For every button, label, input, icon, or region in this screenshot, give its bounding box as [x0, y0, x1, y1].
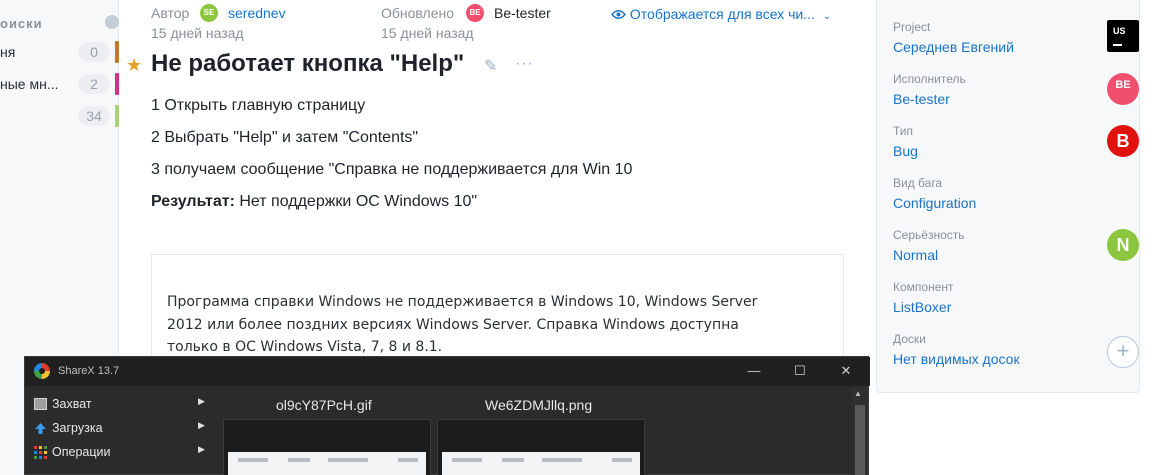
file-thumbnail[interactable] — [223, 419, 431, 475]
author-avatar[interactable]: SE — [200, 4, 218, 22]
grid-tools-icon — [34, 446, 47, 459]
field-label-project: Project — [893, 20, 931, 34]
type-badge[interactable]: B — [1107, 125, 1139, 157]
step-line: 1 Открыть главную страницу — [151, 97, 366, 114]
maximize-button[interactable]: ☐ — [790, 362, 810, 380]
author-label: Автор — [151, 5, 190, 21]
field-label-assignee: Исполнитель — [893, 72, 966, 86]
updated-avatar[interactable]: BE — [466, 4, 484, 22]
issue-fields-panel: Project Середнев Евгений US Исполнитель … — [876, 0, 1140, 393]
updated-time: 15 дней назад — [381, 25, 474, 41]
close-button[interactable]: ✕ — [836, 362, 856, 380]
sharex-title: ShareX 13.7 — [58, 365, 120, 377]
sidebar-item-label: ня — [0, 44, 16, 60]
field-value-boards[interactable]: Нет видимых досок — [893, 351, 1020, 367]
step-line: 2 Выбрать "Help" и затем "Contents" — [151, 129, 419, 146]
gear-icon[interactable] — [105, 15, 119, 29]
sidebar-item[interactable]: ные мн... 2 — [0, 73, 119, 95]
menu-item-label: Загрузка — [52, 421, 103, 435]
sidebar-item-count: 34 — [78, 106, 110, 126]
chevron-down-icon: ⌄ — [822, 11, 832, 22]
minimize-button[interactable]: — — [744, 362, 764, 380]
thumbnail-preview — [228, 452, 426, 475]
menu-item-capture[interactable]: Захват ▶ — [25, 393, 215, 415]
submenu-arrow-icon: ▶ — [198, 396, 205, 406]
menu-item-operations[interactable]: Операции ▶ — [25, 441, 215, 463]
field-value-severity[interactable]: Normal — [893, 247, 938, 263]
scrollbar-thumb[interactable] — [855, 405, 865, 475]
more-options-icon[interactable]: ··· — [515, 55, 534, 73]
author-link[interactable]: serednev — [228, 5, 286, 21]
add-board-button[interactable]: + — [1107, 336, 1139, 368]
field-value-assignee[interactable]: Be-tester — [893, 91, 950, 107]
sidebar-item[interactable]: ня 0 — [0, 41, 119, 63]
visibility-dropdown[interactable]: Отображается для всех чи... ⌄ — [611, 6, 831, 22]
sidebar-item-count: 2 — [78, 74, 110, 94]
scroll-up-icon[interactable]: ▲ — [854, 389, 862, 398]
menu-item-upload[interactable]: Загрузка ▶ — [25, 417, 215, 439]
author-time: 15 дней назад — [151, 25, 244, 41]
field-label-type: Тип — [893, 124, 914, 138]
sidebar-item-label: ные мн... — [0, 76, 59, 92]
sidebar-item-count: 0 — [78, 42, 110, 62]
step-line: 3 получаем сообщение "Справка не поддерж… — [151, 161, 633, 178]
field-value-bug-kind[interactable]: Configuration — [893, 195, 976, 211]
monitor-icon — [34, 398, 47, 410]
file-name[interactable]: ol9cY87PcH.gif — [276, 397, 372, 413]
updated-user[interactable]: Be-tester — [494, 5, 551, 21]
upload-arrow-icon — [34, 422, 47, 434]
severity-badge[interactable]: N — [1107, 229, 1139, 261]
thumbnail-preview — [442, 452, 640, 475]
sidebar-item[interactable]: 34 — [0, 105, 119, 127]
sharex-titlebar[interactable]: ShareX 13.7 — ☐ ✕ — [25, 357, 870, 386]
field-value-type[interactable]: Bug — [893, 143, 918, 159]
field-label-component: Компонент — [893, 280, 954, 294]
quoted-message-text: Программа справки Windows не поддерживае… — [167, 294, 758, 355]
star-icon[interactable]: ★ — [126, 55, 142, 76]
visibility-label: Отображается для всех чи... — [629, 6, 815, 22]
field-label-bug-kind: Вид бага — [893, 176, 943, 190]
menu-item-label: Операции — [52, 445, 111, 459]
assignee-avatar[interactable]: BE — [1107, 73, 1139, 105]
scrollbar[interactable]: ▲ — [852, 387, 868, 475]
result-line: Результат: Нет поддержки ОС Windows 10" — [151, 193, 477, 211]
pencil-icon[interactable]: ✎ — [484, 56, 497, 76]
eye-icon — [611, 6, 630, 22]
submenu-arrow-icon: ▶ — [198, 420, 205, 430]
field-label-boards: Доски — [893, 332, 926, 346]
sharex-logo-icon — [34, 363, 50, 379]
field-label-severity: Серьёзность — [893, 228, 965, 242]
file-thumbnail[interactable] — [437, 419, 645, 475]
updated-label: Обновлено — [381, 5, 455, 21]
field-value-component[interactable]: ListBoxer — [893, 299, 951, 315]
menu-item-label: Захват — [52, 397, 92, 411]
result-label: Результат: — [151, 193, 235, 210]
result-text: Нет поддержки ОС Windows 10" — [234, 193, 478, 210]
file-name[interactable]: We6ZDMJllq.png — [485, 397, 592, 413]
project-logo: US — [1107, 20, 1139, 52]
project-logo-text: US — [1113, 26, 1126, 36]
sidebar-header: оиски — [0, 16, 43, 31]
sharex-window: ShareX 13.7 — ☐ ✕ Захват ▶ Загрузка ▶ Оп… — [24, 356, 870, 475]
issue-title: Не работает кнопка "Help" — [151, 50, 465, 77]
submenu-arrow-icon: ▶ — [198, 444, 205, 454]
field-value-project[interactable]: Середнев Евгений — [893, 39, 1014, 55]
